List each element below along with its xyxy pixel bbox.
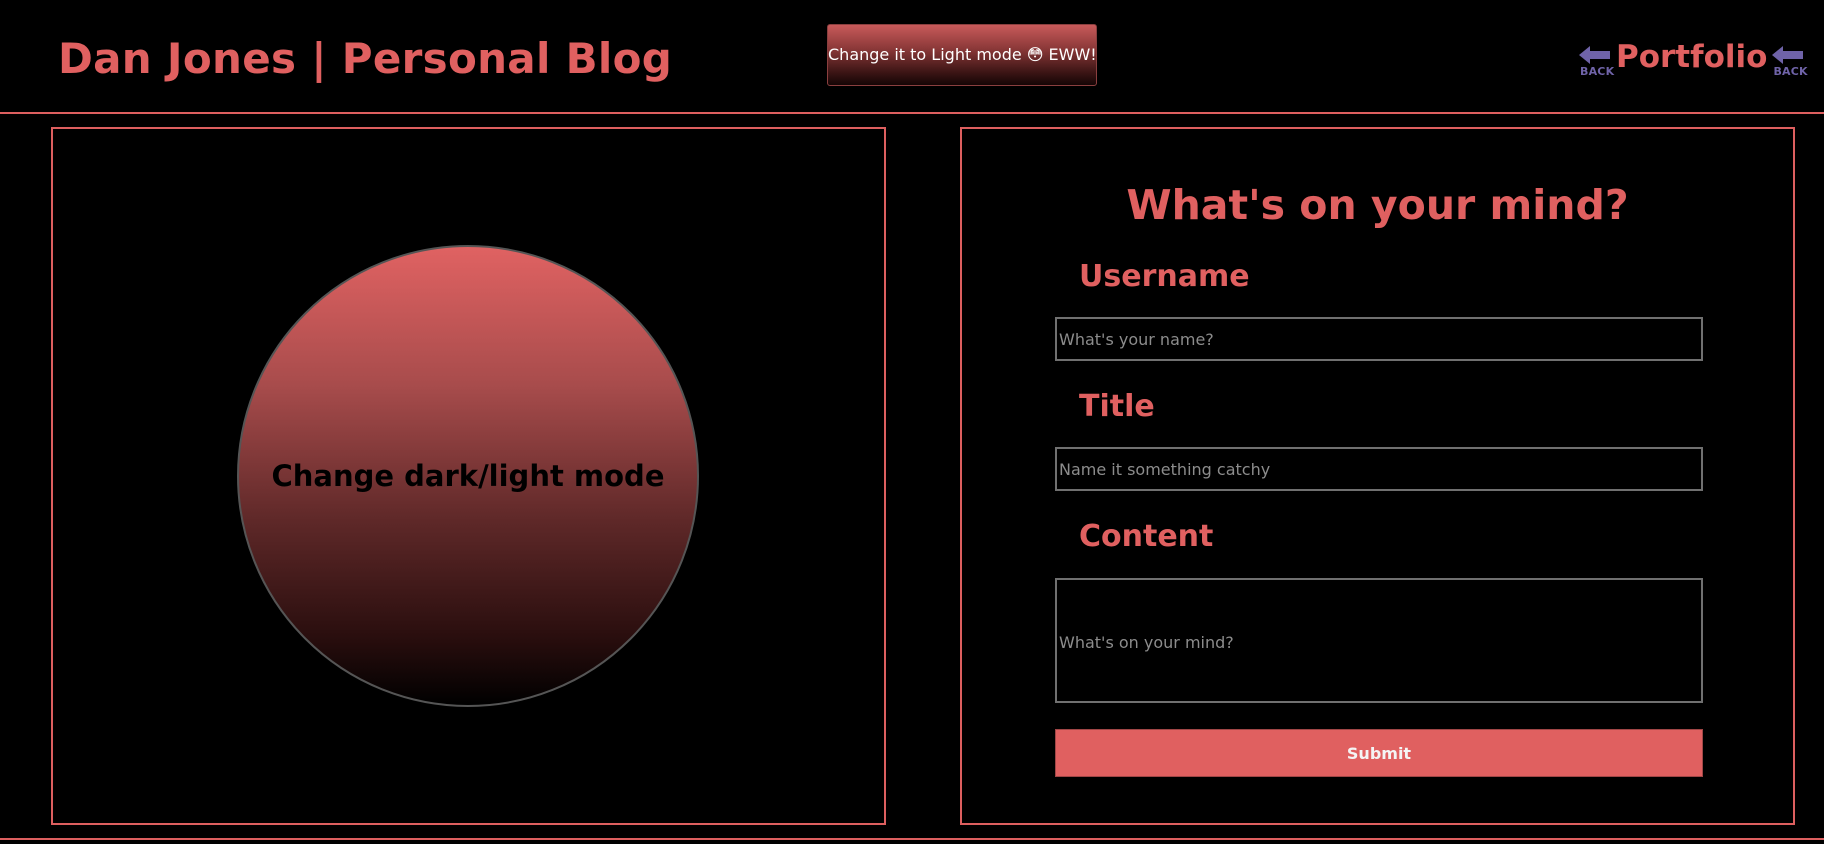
site-header: Dan Jones | Personal Blog Change it to L… bbox=[0, 0, 1824, 114]
title-input[interactable] bbox=[1055, 447, 1703, 491]
back-arrow-shape bbox=[1772, 46, 1804, 64]
mode-toggle-panel: Change dark/light mode bbox=[51, 127, 886, 825]
blog-form-panel: What's on your mind? Username Title Cont… bbox=[960, 127, 1795, 825]
back-arrow-icon: BACK bbox=[1771, 42, 1808, 78]
mode-toggle-label: Change dark/light mode bbox=[271, 459, 665, 493]
content-textarea[interactable] bbox=[1055, 578, 1703, 703]
mode-toggle-circle[interactable]: Change dark/light mode bbox=[237, 245, 699, 707]
content-label: Content bbox=[1079, 519, 1214, 554]
portfolio-link[interactable]: BACK Portfolio BACK bbox=[1578, 38, 1808, 82]
username-input[interactable] bbox=[1055, 317, 1703, 361]
submit-button[interactable]: Submit bbox=[1055, 729, 1703, 777]
portfolio-label: Portfolio bbox=[1616, 39, 1768, 75]
footer-divider bbox=[0, 838, 1824, 840]
form-heading: What's on your mind? bbox=[1126, 181, 1629, 229]
site-title: Dan Jones | Personal Blog bbox=[58, 34, 673, 83]
light-mode-button[interactable]: Change it to Light mode 😳 EWW! bbox=[827, 24, 1097, 86]
back-icon-text: BACK bbox=[1773, 65, 1808, 78]
back-arrow-icon: BACK bbox=[1578, 42, 1615, 78]
username-label: Username bbox=[1079, 259, 1250, 294]
title-label: Title bbox=[1079, 389, 1155, 424]
back-arrow-shape bbox=[1579, 46, 1610, 64]
back-icon-text: BACK bbox=[1580, 65, 1615, 78]
